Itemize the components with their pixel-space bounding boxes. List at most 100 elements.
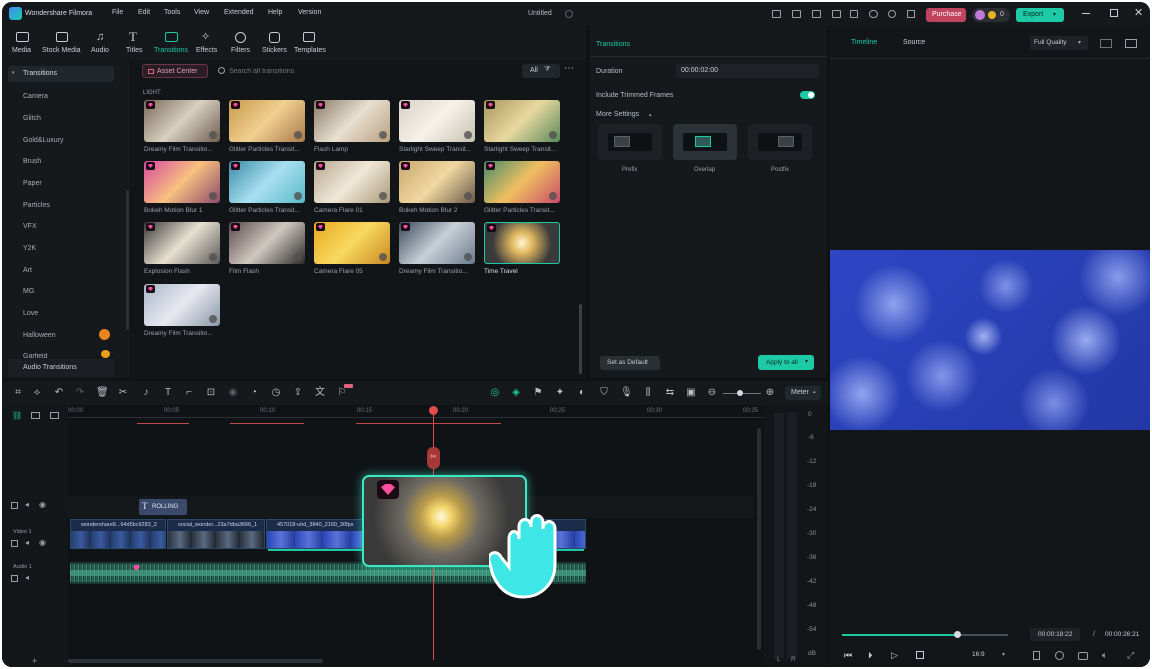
download-icon[interactable]: [209, 253, 217, 261]
tab-effects[interactable]: Effects: [196, 47, 217, 54]
zoom-in-icon[interactable]: ⊕: [764, 387, 776, 399]
playhead-split-button[interactable]: ✂: [427, 447, 440, 469]
shield-icon[interactable]: ⛉: [598, 387, 610, 399]
picture-in-picture-icon[interactable]: ▣: [685, 387, 697, 399]
sidebar-item-glitch[interactable]: Glitch: [23, 115, 41, 122]
aspect-ratio-dropdown[interactable]: 16:9 ▾: [968, 648, 1010, 662]
eye-icon[interactable]: ◉: [39, 538, 46, 547]
menu-edit[interactable]: Edit: [138, 9, 150, 16]
color-match-icon[interactable]: ◉: [227, 387, 239, 399]
cut-scissors-icon[interactable]: ✂: [117, 387, 129, 399]
link-icon[interactable]: ⛓: [12, 411, 22, 420]
tab-audio[interactable]: Audio: [91, 47, 109, 54]
transition-thumbnail[interactable]: [144, 161, 220, 203]
transition-thumbnail[interactable]: [484, 100, 560, 142]
undo-icon[interactable]: ↶: [53, 387, 65, 399]
search-bar[interactable]: [214, 64, 520, 78]
speaker-icon[interactable]: ◂: [25, 538, 29, 547]
track-manager-icon[interactable]: [50, 412, 59, 419]
eye-icon[interactable]: ◉: [39, 500, 46, 509]
scrubber-handle[interactable]: [954, 631, 961, 638]
asset-center-button[interactable]: Asset Center: [142, 64, 208, 78]
mode-postfix[interactable]: [748, 124, 812, 160]
ai-tool-icon[interactable]: ⊡: [205, 387, 217, 399]
transition-thumbnail[interactable]: [229, 161, 305, 203]
export-clip-icon[interactable]: ⇪: [292, 387, 304, 399]
tab-templates[interactable]: Templates: [294, 47, 326, 54]
download-icon[interactable]: [379, 192, 387, 200]
sidebar-item-paper[interactable]: Paper: [23, 180, 42, 187]
cloud-upload-icon[interactable]: [869, 10, 878, 18]
sidebar-item-mg[interactable]: MG: [23, 288, 34, 295]
stop-icon[interactable]: [916, 651, 924, 659]
download-icon[interactable]: [464, 253, 472, 261]
playback-scrubber[interactable]: [842, 631, 1008, 638]
tab-media[interactable]: Media: [12, 47, 31, 54]
music-note-icon[interactable]: ♫: [96, 31, 104, 43]
transition-thumbnail[interactable]: [484, 161, 560, 203]
download-icon[interactable]: [464, 192, 472, 200]
track-lock-icon[interactable]: [11, 575, 18, 582]
speaker-icon[interactable]: ◂: [25, 573, 29, 582]
transition-thumbnail[interactable]: [144, 100, 220, 142]
snapshot-view-icon[interactable]: [1125, 39, 1137, 48]
media-icon[interactable]: [16, 32, 29, 42]
title-clip[interactable]: T ROLLING: [139, 499, 187, 515]
sidebar-item-halloween[interactable]: Halloween: [23, 332, 56, 339]
transitions-icon[interactable]: [165, 32, 178, 42]
maximize-icon[interactable]: [1110, 9, 1118, 17]
transition-thumbnail[interactable]: [314, 222, 390, 264]
select-tool-icon[interactable]: ⌗: [12, 387, 24, 399]
ripple-tool-icon[interactable]: ⟡: [31, 387, 43, 399]
search-input[interactable]: [229, 65, 509, 77]
transition-thumbnail[interactable]: [229, 222, 305, 264]
tab-filters[interactable]: Filters: [231, 47, 250, 54]
redo-icon[interactable]: ↷: [74, 387, 86, 399]
microphone-icon[interactable]: 🎙︎: [620, 387, 633, 399]
sidebar-heading-row[interactable]: ▾ Transitions: [8, 66, 114, 82]
effects-sparkle-icon[interactable]: ✧: [201, 30, 210, 43]
camera-snapshot-icon[interactable]: [1078, 652, 1088, 660]
sidebar-item-camera[interactable]: Camera: [23, 93, 48, 100]
sidebar-scrollbar[interactable]: [126, 190, 129, 330]
settings-gear-icon[interactable]: [1055, 651, 1064, 660]
translate-icon[interactable]: 文: [314, 387, 326, 399]
gift-icon[interactable]: [772, 10, 781, 18]
play-icon[interactable]: ▷: [891, 650, 898, 661]
render-preview-icon[interactable]: [1033, 651, 1040, 660]
fullscreen-icon[interactable]: ⤢: [1127, 650, 1134, 661]
stabilize-icon[interactable]: ◐: [576, 387, 588, 399]
support-icon[interactable]: [888, 10, 896, 18]
download-icon[interactable]: [209, 315, 217, 323]
download-icon[interactable]: [549, 192, 557, 200]
tab-timeline[interactable]: Timeline: [851, 39, 877, 46]
menu-file[interactable]: File: [112, 9, 123, 16]
download-icon[interactable]: [294, 131, 302, 139]
include-trimmed-toggle[interactable]: [800, 91, 815, 99]
replace-icon[interactable]: ⇆: [664, 387, 676, 399]
ai-copilot-icon[interactable]: ✦: [554, 387, 566, 399]
tts-icon[interactable]: ⚐: [336, 387, 348, 399]
timeline-scrollbar[interactable]: [68, 659, 323, 663]
speed-icon[interactable]: ◔: [248, 387, 260, 399]
transition-thumbnail[interactable]: [314, 161, 390, 203]
zoom-out-icon[interactable]: ⊖: [706, 387, 718, 399]
close-icon[interactable]: ✕: [1134, 6, 1143, 19]
tab-transitions[interactable]: Transitions: [154, 47, 188, 54]
speaker-icon[interactable]: ◂: [25, 500, 29, 509]
play-back-icon[interactable]: ⏵: [868, 650, 873, 661]
compare-view-icon[interactable]: [1100, 39, 1112, 48]
track-lock-icon[interactable]: [11, 502, 18, 509]
mode-prefix[interactable]: [598, 124, 662, 160]
send-icon[interactable]: [792, 10, 801, 18]
duration-field[interactable]: 00:00:02:00: [676, 64, 819, 78]
filter-dropdown[interactable]: All ⧩: [522, 64, 560, 78]
meter-toggle[interactable]: Meter ▴: [785, 386, 821, 400]
transition-thumbnail[interactable]: [399, 100, 475, 142]
sidebar-item-brush[interactable]: Brush: [23, 158, 41, 165]
audio-split-icon[interactable]: ♪: [140, 387, 152, 399]
templates-icon[interactable]: [303, 32, 315, 42]
export-button[interactable]: Export ▾: [1016, 8, 1064, 22]
titles-icon[interactable]: T: [129, 29, 137, 45]
tab-source[interactable]: Source: [903, 39, 925, 46]
